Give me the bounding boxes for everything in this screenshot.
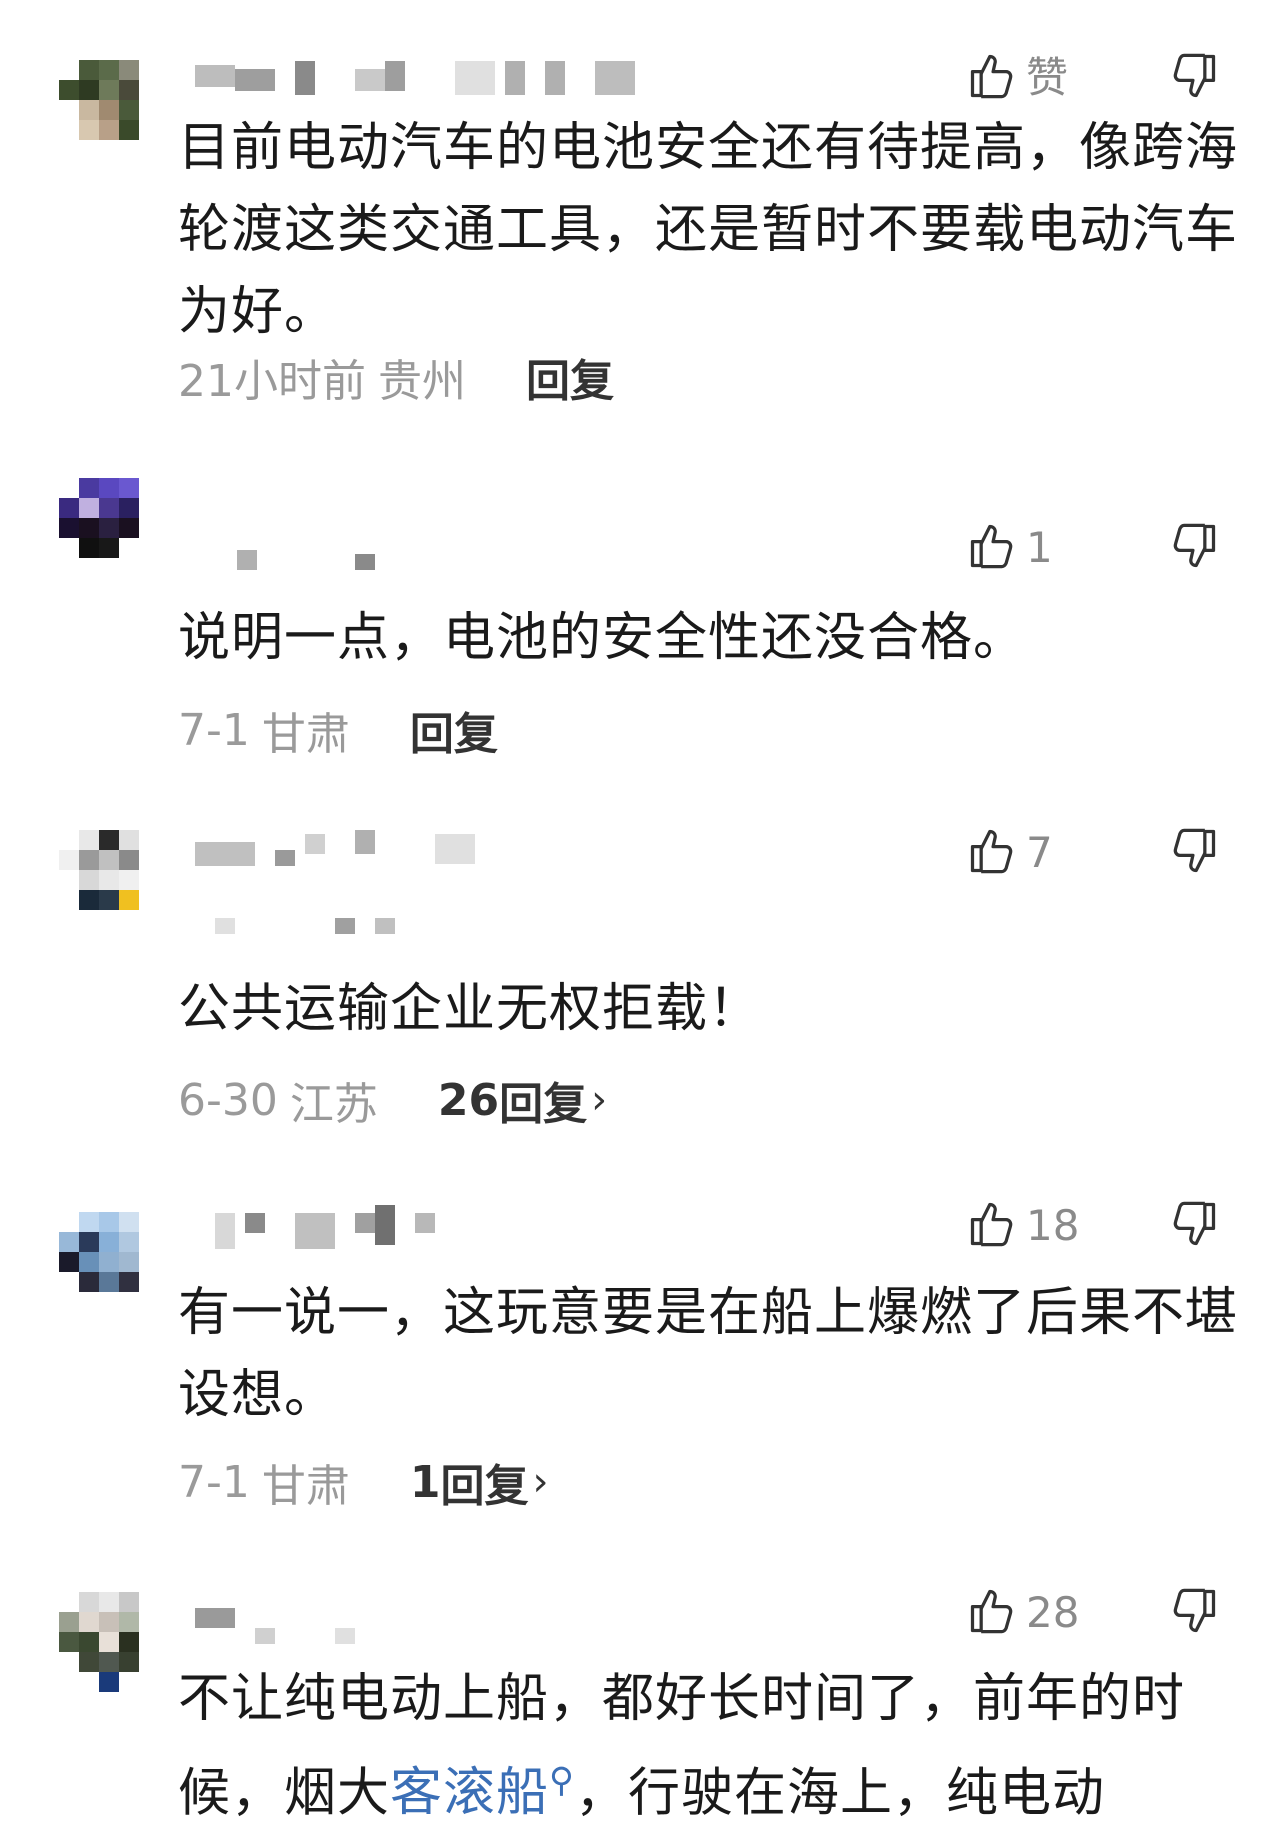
comment-meta: 7-1 甘肃 1 回复 › bbox=[178, 1450, 549, 1514]
keyword-link[interactable]: 客滚船⚲ bbox=[390, 1761, 575, 1824]
reply-button[interactable]: 26 回复 › bbox=[438, 1068, 607, 1132]
comment-time: 7-1 bbox=[178, 1456, 250, 1508]
like-button[interactable]: 赞 bbox=[966, 50, 1068, 106]
comment-location: 贵州 bbox=[378, 356, 466, 407]
thumbs-up-icon bbox=[966, 520, 1018, 576]
reply-count: 1 bbox=[409, 1456, 441, 1508]
avatar[interactable] bbox=[59, 830, 159, 930]
comment-location: 甘肃 bbox=[261, 1461, 350, 1512]
avatar[interactable] bbox=[59, 1592, 159, 1692]
dislike-button[interactable] bbox=[1168, 825, 1220, 881]
thumbs-up-icon bbox=[966, 50, 1018, 106]
like-count: 7 bbox=[1026, 828, 1053, 877]
comment-meta: 6-30 江苏 26 回复 › bbox=[178, 1068, 607, 1132]
like-button[interactable]: 1 bbox=[966, 520, 1053, 576]
reply-label: 回复 bbox=[409, 709, 498, 760]
like-button[interactable]: 28 bbox=[966, 1585, 1079, 1641]
chevron-right-icon: › bbox=[591, 1077, 608, 1123]
like-button[interactable]: 18 bbox=[966, 1198, 1079, 1254]
comment-location: 甘肃 bbox=[261, 709, 350, 760]
keyword-link-text: 客滚船 bbox=[390, 1763, 550, 1824]
comment-meta: 7-1 甘肃 回复 bbox=[178, 698, 498, 762]
avatar[interactable] bbox=[59, 1212, 159, 1312]
thumbs-down-icon bbox=[1168, 1201, 1220, 1254]
like-button[interactable]: 7 bbox=[966, 825, 1053, 881]
comment-location: 江苏 bbox=[289, 1079, 378, 1130]
thumbs-up-icon bbox=[966, 825, 1018, 881]
like-count: 28 bbox=[1026, 1588, 1080, 1637]
chevron-right-icon: › bbox=[532, 1459, 549, 1505]
reply-label: 回复 bbox=[440, 1461, 529, 1512]
reply-count: 26 bbox=[437, 1074, 500, 1126]
thumbs-down-icon bbox=[1168, 53, 1220, 106]
comment-text: 说明一点，电池的安全性还没合格。 bbox=[178, 608, 1027, 668]
dislike-button[interactable] bbox=[1168, 1585, 1220, 1641]
reply-button[interactable]: 回复 bbox=[410, 698, 498, 762]
like-count: 18 bbox=[1026, 1201, 1080, 1250]
comment-text: 公共运输企业无权拒载！ bbox=[178, 979, 762, 1039]
dislike-button[interactable] bbox=[1168, 50, 1220, 106]
reply-button[interactable]: 回复 bbox=[526, 345, 614, 409]
dislike-button[interactable] bbox=[1168, 1198, 1220, 1254]
thumbs-down-icon bbox=[1168, 1588, 1220, 1641]
dislike-button[interactable] bbox=[1168, 520, 1220, 576]
avatar[interactable] bbox=[59, 478, 159, 578]
reply-label: 回复 bbox=[526, 356, 614, 407]
like-count: 赞 bbox=[1026, 53, 1069, 102]
avatar[interactable] bbox=[59, 60, 159, 160]
comment-time: 7-1 bbox=[178, 704, 250, 756]
comment-text: 有一说一，这玩意要是在船上爆燃了后果不堪设想。 bbox=[178, 1283, 1239, 1425]
thumbs-up-icon bbox=[966, 1198, 1018, 1254]
reply-button[interactable]: 1 回复 › bbox=[410, 1450, 549, 1514]
comment-text: 目前电动汽车的电池安全还有待提高，像跨海轮渡这类交通工具，还是暂时不要载电动汽车… bbox=[178, 118, 1239, 342]
comment-text: 不让纯电动上船，都好长时间了，前年的时候，烟大客滚船⚲，行驶在海上，纯电动 bbox=[178, 1658, 1238, 1834]
reply-label: 回复 bbox=[499, 1079, 588, 1130]
search-icon: ⚲ bbox=[549, 1761, 575, 1801]
thumbs-down-icon bbox=[1168, 523, 1220, 576]
thumbs-down-icon bbox=[1168, 828, 1220, 881]
comment-meta: 21小时前 贵州 回复 bbox=[178, 345, 614, 409]
thumbs-up-icon bbox=[966, 1585, 1018, 1641]
comment-time: 21小时前 bbox=[178, 356, 366, 407]
like-count: 1 bbox=[1026, 523, 1053, 572]
username-blurred[interactable] bbox=[195, 830, 655, 934]
comment-text-part: ，行驶在海上，纯电动 bbox=[574, 1763, 1105, 1824]
comment-time: 6-30 bbox=[178, 1074, 278, 1126]
